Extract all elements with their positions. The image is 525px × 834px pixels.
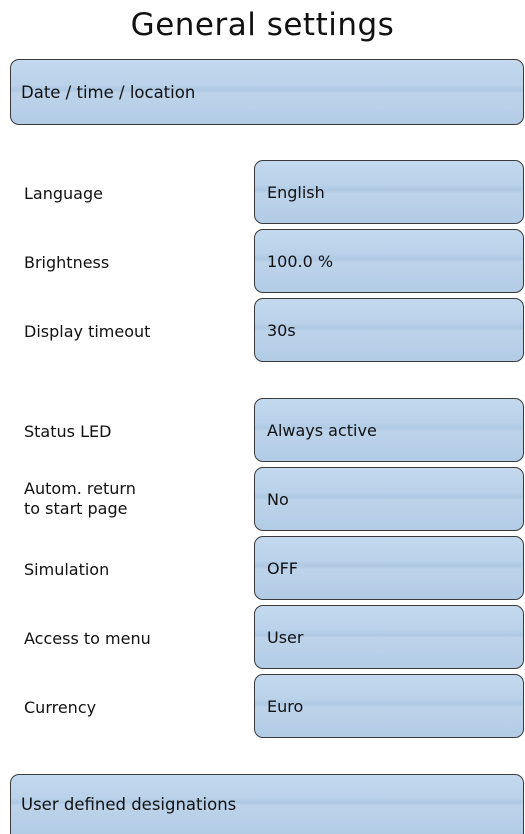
status-led-button[interactable]: Always active <box>254 398 524 462</box>
access-to-menu-label: Access to menu <box>24 629 151 648</box>
autom-return-value: No <box>267 489 289 509</box>
access-to-menu-button[interactable]: User <box>254 605 524 669</box>
date-time-location-button[interactable]: Date / time / location <box>10 59 524 125</box>
currency-label: Currency <box>24 698 97 717</box>
language-value: English <box>267 182 325 202</box>
brightness-button[interactable]: 100.0 % <box>254 229 524 293</box>
language-label: Language <box>24 184 103 203</box>
simulation-label: Simulation <box>24 560 110 579</box>
simulation-value: OFF <box>267 558 298 578</box>
language-button[interactable]: English <box>254 160 524 224</box>
brightness-label: Brightness <box>24 253 110 272</box>
display-timeout-value: 30s <box>267 320 296 340</box>
status-led-label: Status LED <box>24 422 112 441</box>
user-defined-designations-button[interactable]: User defined designations <box>10 774 524 834</box>
access-to-menu-value: User <box>267 627 304 647</box>
autom-return-button[interactable]: No <box>254 467 524 531</box>
brightness-value: 100.0 % <box>267 251 334 271</box>
display-timeout-label: Display timeout <box>24 322 151 341</box>
user-defined-designations-label: User defined designations <box>21 795 237 814</box>
simulation-button[interactable]: OFF <box>254 536 524 600</box>
currency-value: Euro <box>267 696 304 716</box>
date-time-location-label: Date / time / location <box>21 82 196 102</box>
status-led-value: Always active <box>267 420 377 440</box>
page-title: General settings <box>130 7 395 43</box>
autom-return-label: Autom. return to start page <box>24 479 136 518</box>
currency-button[interactable]: Euro <box>254 674 524 738</box>
display-timeout-button[interactable]: 30s <box>254 298 524 362</box>
